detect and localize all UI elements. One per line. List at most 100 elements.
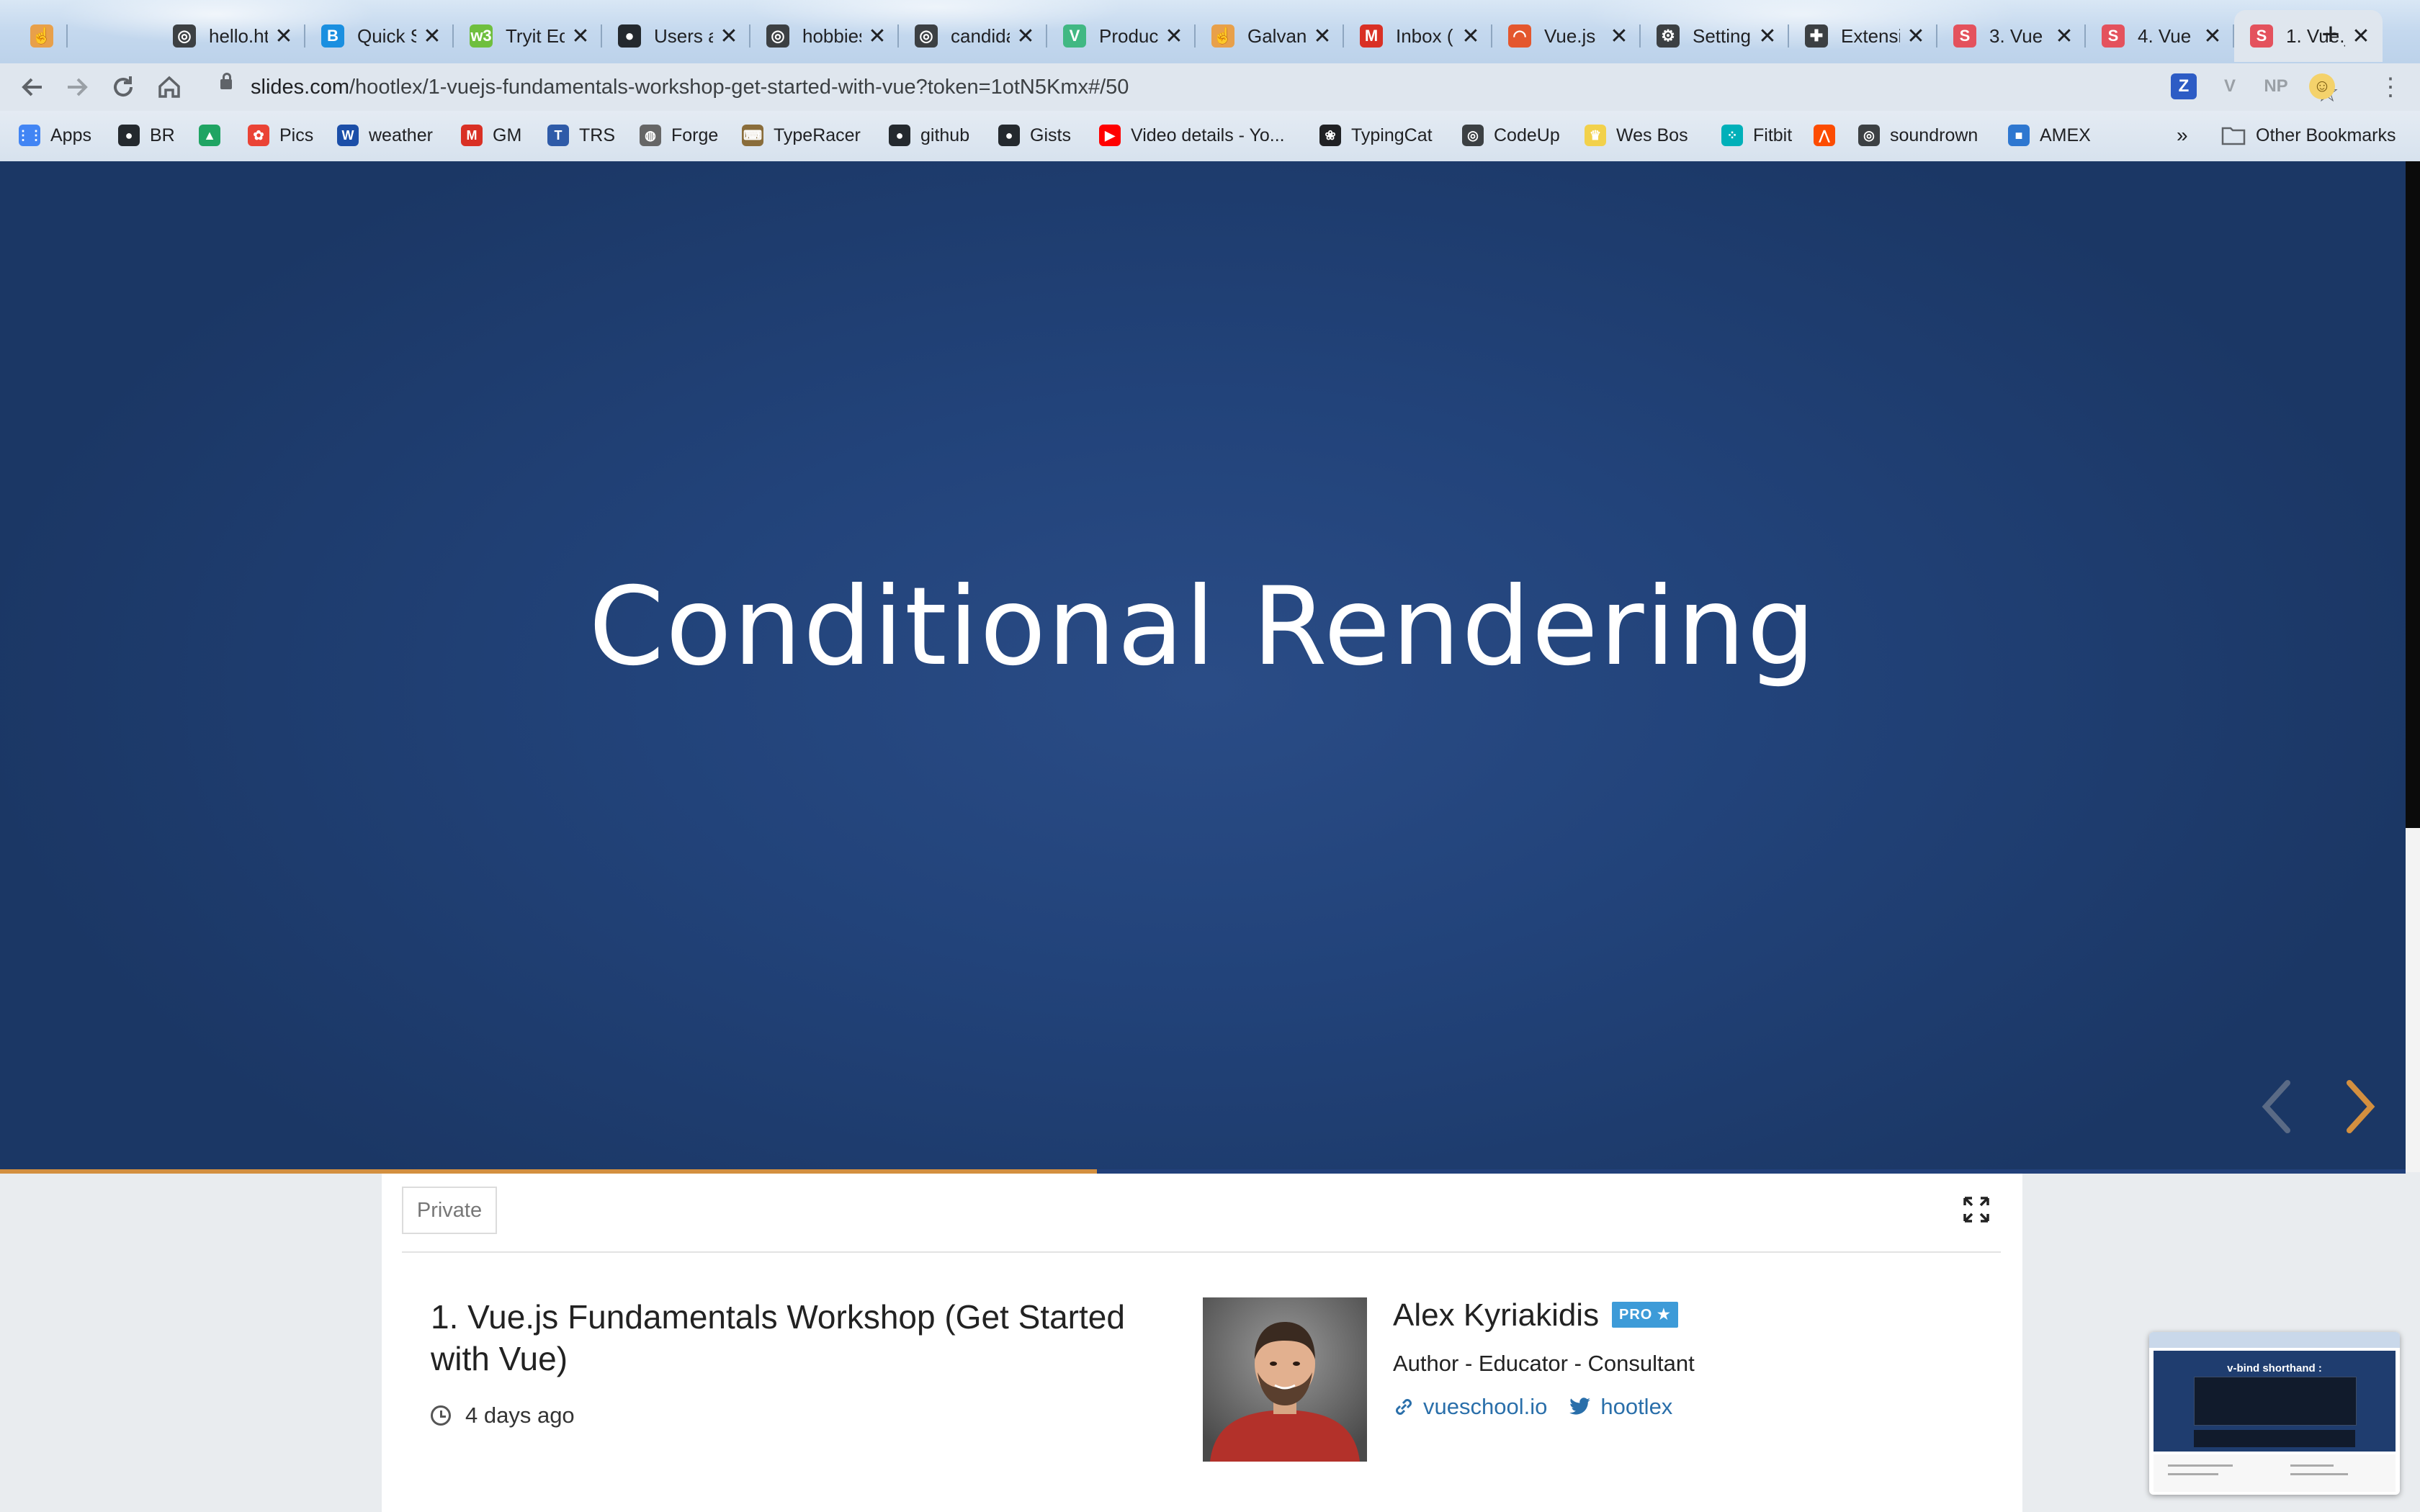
bookmark-item[interactable]: ◍ Forge	[640, 121, 718, 150]
bookmark-item[interactable]: ● github	[889, 121, 969, 150]
tab[interactable]: B Quick Start ✕	[305, 10, 454, 62]
tab[interactable]: V Product ✕	[1047, 10, 1196, 62]
tab-close-icon[interactable]: ✕	[719, 24, 739, 49]
tab[interactable]: ⚙ Settings✕	[1641, 10, 1789, 62]
previous-slide-arrow-icon[interactable]	[2253, 1074, 2303, 1139]
deck-title[interactable]: 1. Vue.js Fundamentals Workshop (Get Sta…	[431, 1296, 1151, 1380]
tab[interactable]: ◎ hobbies ✕	[750, 10, 899, 62]
bookmark-label: TypeRacer	[774, 125, 861, 145]
google-drive-icon: ▲	[199, 125, 220, 146]
bookmark-item[interactable]: ♛ Wes Bos	[1585, 121, 1688, 150]
bookmark-item[interactable]: ✿ Pics	[248, 121, 313, 150]
tab[interactable]: S 4. Vue ✕	[2086, 10, 2234, 62]
tab-close-icon[interactable]: ✕	[422, 24, 442, 49]
tab[interactable]: ✚ Extensions ✕	[1789, 10, 1937, 62]
back-button[interactable]	[16, 71, 49, 104]
url-host: slides.com	[251, 76, 349, 99]
bookmark-label: Apps	[50, 125, 91, 145]
vue-devtools-extension-icon[interactable]: V	[2217, 73, 2243, 99]
author-links: vueschool.io hootlex	[1393, 1394, 1694, 1420]
tab[interactable]: ◠ Vue.js ✕	[1492, 10, 1641, 62]
thumbnail-line	[2168, 1464, 2233, 1467]
back-arrow-icon	[22, 78, 42, 96]
tab-close-icon[interactable]: ✕	[867, 24, 887, 49]
page-scrollbar[interactable]	[2406, 161, 2420, 1172]
amex-icon: ■	[2008, 125, 2030, 146]
zoom-extension-icon[interactable]: Z	[2171, 73, 2197, 99]
author-name[interactable]: Alex Kyriakidis	[1393, 1297, 1599, 1333]
tab-close-icon[interactable]: ✕	[1164, 24, 1184, 49]
w3schools-icon: w3	[470, 24, 493, 48]
globe-icon: ◎	[1462, 125, 1484, 146]
bookmark-item[interactable]: T TRS	[547, 121, 615, 150]
slides-icon: S	[1953, 24, 1976, 48]
tab[interactable]: ◎ candidates ✕	[899, 10, 1047, 62]
tab[interactable]: ◎ hello.html ✕	[157, 10, 305, 62]
tab-close-icon[interactable]: ✕	[2202, 24, 2223, 49]
tab-title: Quick Start	[357, 24, 416, 47]
bookmark-item[interactable]: ⋮⋮ Apps	[17, 121, 91, 150]
bookmark-item[interactable]: ⁘ Fitbit	[1721, 121, 1792, 150]
profile-avatar-icon[interactable]: ☺	[2309, 73, 2335, 99]
tab-close-icon[interactable]: ✕	[1461, 24, 1481, 49]
bookmark-item[interactable]: Wweather	[337, 121, 433, 150]
github-icon: ●	[998, 125, 1020, 146]
bookmark-label: Pics	[279, 125, 314, 145]
tab-close-icon[interactable]: ✕	[2351, 24, 2371, 49]
tab-close-icon[interactable]: ✕	[274, 24, 294, 49]
bookmark-item[interactable]: ⋀	[1814, 121, 1845, 150]
address-bar[interactable]: slides.com/hootlex/1-vuejs-fundamentals-…	[200, 69, 2339, 108]
np-extension-icon[interactable]: NP	[2263, 73, 2289, 99]
tab-close-icon[interactable]: ✕	[570, 24, 591, 49]
tab-title: Inbox (	[1396, 24, 1453, 47]
forward-button[interactable]	[60, 71, 94, 104]
next-slide-arrow-icon[interactable]	[2334, 1074, 2384, 1139]
scrollbar-thumb[interactable]	[2406, 828, 2420, 1172]
tab-close-icon[interactable]: ✕	[1016, 24, 1036, 49]
github-icon: ●	[118, 125, 140, 146]
author-avatar[interactable]	[1203, 1297, 1367, 1462]
picture-in-picture-thumbnail[interactable]: v-bind shorthand :	[2149, 1332, 2400, 1495]
bookmarks-overflow-button[interactable]: »	[2177, 121, 2188, 150]
tab-close-icon[interactable]: ✕	[1609, 24, 1629, 49]
bookmark-item[interactable]: M GM	[461, 121, 521, 150]
bookmark-item[interactable]: ▶ Video details - Yo...	[1099, 121, 1285, 150]
tab[interactable]: S 3. Vue ✕	[1937, 10, 2086, 62]
other-bookmarks-folder[interactable]: Other Bookmarks	[2221, 121, 2396, 150]
new-tab-button[interactable]: +	[2312, 16, 2349, 53]
visibility-badge: Private	[402, 1187, 497, 1234]
tab-close-icon[interactable]: ✕	[1757, 24, 1778, 49]
bookmark-label: Wes Bos	[1616, 125, 1688, 145]
tab[interactable]: ☝ Galvanize✕	[1196, 10, 1344, 62]
website-link[interactable]: vueschool.io	[1393, 1394, 1547, 1420]
tab[interactable]: ● Users and ✕	[602, 10, 750, 62]
overflow-label: »	[2177, 124, 2188, 146]
browser-menu-button[interactable]: ⋮	[2374, 71, 2407, 104]
fullscreen-icon[interactable]	[1962, 1195, 1991, 1224]
bookmark-item[interactable]: ● BR	[118, 121, 175, 150]
bookmark-item[interactable]: ⌨ TypeRacer	[742, 121, 861, 150]
globe-icon: ◎	[766, 24, 789, 48]
globe-icon: ◎	[1858, 125, 1880, 146]
bookmark-item[interactable]: ● Gists	[998, 121, 1071, 150]
strava-icon: ⋀	[1814, 125, 1835, 146]
bookmark-item[interactable]: ■ AMEX	[2008, 121, 2091, 150]
tab[interactable]: M Inbox (✕	[1344, 10, 1492, 62]
tab[interactable]: w3 Tryit Editor✕	[454, 10, 602, 62]
tab-close-icon[interactable]: ✕	[2054, 24, 2074, 49]
tab-title: Tryit Editor	[506, 24, 565, 47]
tab-active[interactable]: S1. Vue.js✕	[2234, 10, 2383, 62]
bookmark-item[interactable]: ▲	[199, 121, 230, 150]
home-button[interactable]	[153, 71, 186, 104]
twitter-link[interactable]: hootlex	[1569, 1394, 1672, 1420]
crown-icon: ♛	[1585, 125, 1606, 146]
tab[interactable]: ☝	[14, 10, 68, 62]
tab-close-icon[interactable]: ✕	[1312, 24, 1332, 49]
tab-close-icon[interactable]: ✕	[1906, 24, 1926, 49]
url-text[interactable]: slides.com/hootlex/1-vuejs-fundamentals-…	[251, 76, 1129, 99]
bookmark-item[interactable]: ◎ CodeUp	[1462, 121, 1560, 150]
bookmark-item[interactable]: ◎ soundrown	[1858, 121, 1978, 150]
vue-rainbow-icon: ◠	[1508, 24, 1531, 48]
bookmark-item[interactable]: ❀ TypingCat	[1319, 121, 1433, 150]
reload-button[interactable]	[107, 71, 140, 104]
